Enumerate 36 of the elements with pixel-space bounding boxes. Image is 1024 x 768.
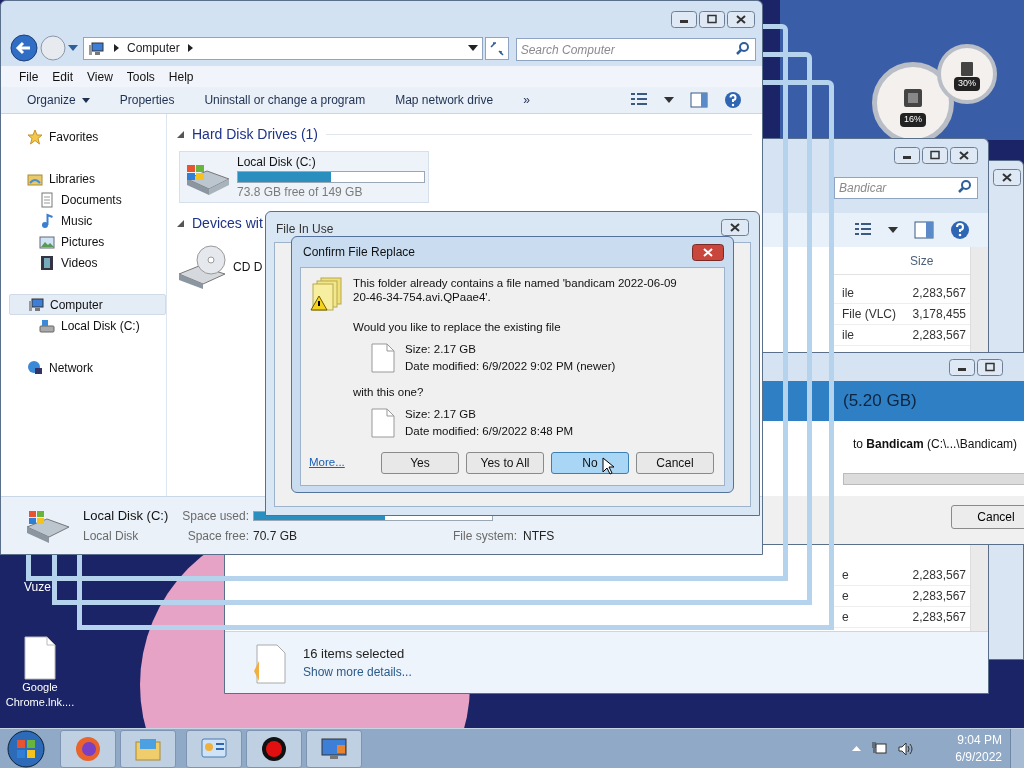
table-cell-text: e [842, 567, 850, 584]
copy-destination: to Bandicam (C:\...\Bandicam) [853, 436, 1019, 453]
table-cell-text: 2,283,567 [911, 285, 967, 302]
dialog-title: File In Use [276, 221, 334, 238]
file-size: Size: 2.17 GB [405, 407, 477, 421]
table-cell-text: 2,283,567 [911, 609, 967, 626]
table-cell-text: e [842, 609, 850, 626]
gadget-reading: 30% [954, 77, 980, 91]
field-label: File system: [453, 528, 517, 546]
gadget-reading: 16% [900, 113, 926, 127]
file-date: Date modified: 6/9/2022 9:02 PM (newer) [405, 359, 616, 373]
table-cell-text: File (VLC) [842, 306, 897, 323]
field-value: 70.7 GB [253, 528, 299, 546]
table-cell-text: e [842, 588, 850, 605]
drive-name: Local Disk (C:) [83, 506, 170, 525]
dialog-question: Would you like to replace the existing file [353, 320, 562, 334]
table-cell-text: 3,178,455 [911, 306, 967, 323]
drive-name: Local Disk (C:) [237, 154, 317, 171]
dialog-question: with this one? [353, 385, 425, 399]
field-value: NTFS [523, 528, 555, 546]
field-label: Space used: [181, 507, 249, 525]
drive-name: CD D [233, 259, 263, 276]
file-date: Date modified: 6/9/2022 8:48 PM [405, 424, 574, 438]
drive-type: Local Disk [83, 528, 140, 546]
table-cell-text: 2,283,567 [911, 327, 967, 344]
drive-free-space: 73.8 GB free of 149 GB [237, 184, 364, 201]
dialog-message: This folder already contains a file named 'bandicam 2022-06-09 20-46-34-754.avi.QPaae4'. [353, 276, 678, 304]
dialog-title: Confirm File Replace [303, 244, 416, 261]
table-cell-text: ile [842, 285, 855, 302]
copy-size: (5.20 GB) [843, 390, 917, 413]
selection-count: 16 items selected [303, 644, 406, 663]
field-label: Space free: [186, 528, 249, 546]
table-cell-text: ile [842, 327, 855, 344]
file-size: Size: 2.17 GB [405, 342, 477, 356]
table-cell-text: 2,283,567 [911, 567, 967, 584]
table-cell-text: 2,283,567 [911, 588, 967, 605]
